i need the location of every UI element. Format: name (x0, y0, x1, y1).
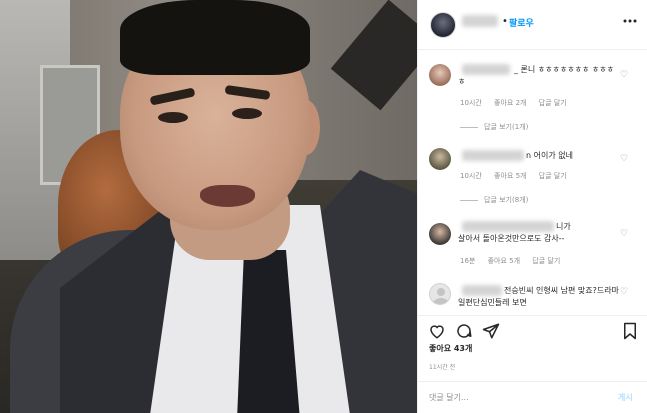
comment-meta: 10시간 좋아요 2개 답글 달기 (460, 98, 577, 108)
commenter-avatar[interactable] (429, 148, 451, 170)
comment-meta: 10시간 좋아요 5개 답글 달기 (460, 171, 577, 181)
view-replies[interactable]: 답글 보기(8개) (460, 195, 528, 205)
view-replies[interactable]: 답글 보기(1개) (460, 122, 528, 132)
add-comment-bar: 댓글 달기... 게시 (418, 381, 647, 413)
comment-likes[interactable]: 좋아요 2개 (494, 99, 526, 107)
mouth (200, 185, 255, 207)
hair (120, 0, 310, 75)
commenter-avatar[interactable] (429, 64, 451, 86)
right-eye (232, 108, 262, 119)
comment-meta: 16분 좋아요 5개 답글 달기 (460, 256, 570, 266)
post-side-panel: • 팔로우 _ 론니 ㅎㅎㅎㅎㅎㅎㅎ ㅎㅎㅎㅎ ♡ 10시간 좋아요 2개 답글… (417, 0, 647, 413)
post-header: • 팔로우 (418, 0, 647, 50)
view-replies-label[interactable]: 답글 보기(8개) (484, 196, 528, 204)
default-user-icon (433, 288, 449, 304)
comment-icon[interactable] (455, 322, 473, 344)
reply-link[interactable]: 답글 달기 (539, 172, 567, 180)
likes-count[interactable]: 좋아요 43개 (429, 343, 472, 354)
comment-text: n 어이가 없네 (526, 151, 573, 160)
like-comment-heart-icon[interactable]: ♡ (620, 154, 628, 164)
left-eye (158, 112, 188, 123)
author-avatar[interactable] (430, 12, 456, 38)
comment-time: 16분 (460, 257, 476, 265)
comment-time: 10시간 (460, 99, 482, 107)
like-comment-heart-icon[interactable]: ♡ (620, 287, 628, 297)
author-username-blurred[interactable] (462, 15, 498, 27)
commenter-avatar[interactable] (429, 223, 451, 245)
comment-time: 10시간 (460, 172, 482, 180)
view-replies-label[interactable]: 답글 보기(1개) (484, 123, 528, 131)
replies-line (460, 199, 478, 201)
comment-text: 니가 살아서 돌아온것만으로도 감사-- (458, 222, 571, 243)
comment-input[interactable]: 댓글 달기... (429, 392, 469, 403)
post-comment-button[interactable]: 게시 (618, 392, 633, 403)
comment-likes[interactable]: 좋아요 5개 (494, 172, 526, 180)
comment-text: _ 론니 ㅎㅎㅎㅎㅎㅎㅎ ㅎㅎㅎㅎ (458, 65, 614, 86)
post-time: 11시간 전 (429, 364, 456, 371)
follow-button[interactable]: 팔로우 (509, 16, 534, 29)
post-photo[interactable] (0, 0, 417, 413)
share-icon[interactable] (482, 322, 500, 344)
separator-dot: • (502, 16, 508, 27)
commenter-avatar-default[interactable] (429, 283, 451, 305)
reply-link[interactable]: 답글 달기 (532, 257, 560, 265)
like-comment-heart-icon[interactable]: ♡ (620, 70, 628, 80)
more-options-icon[interactable] (622, 13, 638, 33)
bookmark-icon[interactable] (622, 322, 638, 344)
reply-link[interactable]: 답글 달기 (539, 99, 567, 107)
heart-icon[interactable] (428, 322, 446, 344)
like-comment-heart-icon[interactable]: ♡ (620, 229, 628, 239)
replies-line (460, 126, 478, 128)
comment-likes[interactable]: 좋아요 5개 (488, 257, 520, 265)
comment-text: 전승빈씨 인형씨 남편 맞죠?드라마 일편단심민들레 보면 (458, 286, 619, 307)
